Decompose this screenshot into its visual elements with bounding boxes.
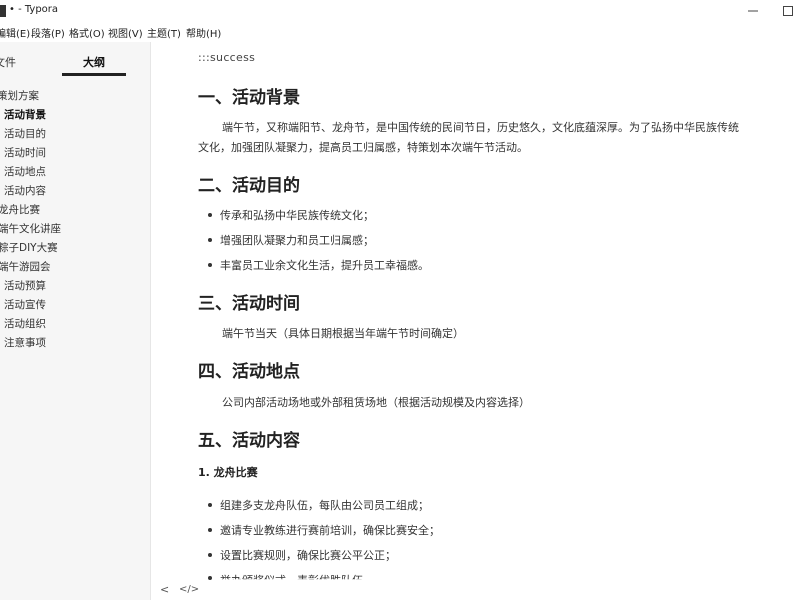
editor-area[interactable]: :::success 一、活动背景 端午节，又称端阳节、龙舟节，是中国传统的民间… [152, 42, 800, 580]
tab-outline[interactable]: 大纲 [83, 54, 105, 70]
maximize-icon [783, 6, 793, 16]
minimize-icon [748, 10, 758, 12]
outline-item-publicity[interactable]: 活动宣传 [4, 297, 46, 312]
title-bar: • - Typora [0, 0, 800, 22]
window-title: • - Typora [9, 4, 59, 15]
typora-window: • - Typora 编辑(E) 段落(P) 格式(O) 视图(V) 主题(T)… [0, 0, 800, 600]
list-item-purpose-2: 增强团队凝聚力和员工归属感； [220, 234, 374, 247]
outline-item-background[interactable]: 活动背景 [4, 107, 46, 122]
back-icon[interactable]: < [160, 583, 169, 596]
sidebar: 文件 大纲 策划方案 活动背景 活动目的 活动时间 活动地点 活动内容 龙舟比赛… [0, 42, 151, 600]
list-item-dragon-4: 举办颁奖仪式，表彰优胜队伍 [220, 572, 363, 579]
paragraph-background-line1: 端午节，又称端阳节、龙舟节，是中国传统的民间节日，历史悠久，文化底蕴深厚。为了弘… [222, 121, 739, 134]
menu-format[interactable]: 格式(O) [69, 25, 105, 40]
heading-content: 五、活动内容 [198, 431, 300, 451]
outline-item-place[interactable]: 活动地点 [4, 164, 46, 179]
maximize-button[interactable] [771, 0, 800, 22]
typora-app-icon [0, 5, 6, 17]
menu-paragraph[interactable]: 段落(P) [31, 25, 65, 40]
menu-theme[interactable]: 主题(T) [147, 25, 181, 40]
outline-item-budget[interactable]: 活动预算 [4, 278, 46, 293]
menu-view[interactable]: 视图(V) [108, 25, 143, 40]
bullet-icon [208, 553, 212, 557]
heading-background: 一、活动背景 [198, 88, 300, 108]
status-bar: < </> [152, 580, 800, 600]
paragraph-time: 端午节当天（具体日期根据当年端午节时间确定） [222, 327, 464, 340]
menu-bar: 编辑(E) 段落(P) 格式(O) 视图(V) 主题(T) 帮助(H) [0, 22, 800, 42]
outline-item-zongzi[interactable]: 粽子DIY大赛 [0, 240, 58, 255]
outline-item-purpose[interactable]: 活动目的 [4, 126, 46, 141]
outline-item-lecture[interactable]: 端午文化讲座 [0, 221, 61, 236]
container-marker: :::success [198, 51, 256, 64]
heading-purpose: 二、活动目的 [198, 176, 300, 196]
outline-item-fair[interactable]: 端午游园会 [0, 259, 51, 274]
list-item-dragon-1: 组建多支龙舟队伍，每队由公司员工组成； [220, 499, 429, 512]
list-item-dragon-2: 邀请专业教练进行赛前培训，确保比赛安全； [220, 524, 440, 537]
bullet-icon [208, 263, 212, 267]
bullet-icon [208, 503, 212, 507]
heading-dragon-boat: 1. 龙舟比赛 [198, 466, 258, 479]
bullet-icon [208, 238, 212, 242]
outline-item-plan[interactable]: 策划方案 [0, 88, 39, 103]
paragraph-background-line2: 文化，加强团队凝聚力，提高员工归属感，特策划本次端午节活动。 [198, 141, 528, 154]
minimize-button[interactable] [736, 0, 770, 22]
source-code-icon[interactable]: </> [179, 584, 199, 595]
menu-edit[interactable]: 编辑(E) [0, 25, 30, 40]
bullet-icon [208, 528, 212, 532]
list-item-dragon-3: 设置比赛规则，确保比赛公平公正； [220, 549, 396, 562]
outline-item-organization[interactable]: 活动组织 [4, 316, 46, 331]
paragraph-place: 公司内部活动场地或外部租赁场地（根据活动规模及内容选择） [222, 396, 530, 409]
list-item-purpose-1: 传承和弘扬中华民族传统文化； [220, 209, 374, 222]
outline-item-time[interactable]: 活动时间 [4, 145, 46, 160]
outline-item-notes[interactable]: 注意事项 [4, 335, 46, 350]
scrollbar[interactable] [788, 42, 800, 580]
menu-help[interactable]: 帮助(H) [186, 25, 221, 40]
heading-time: 三、活动时间 [198, 294, 300, 314]
bullet-icon [208, 213, 212, 217]
heading-place: 四、活动地点 [198, 362, 300, 382]
list-item-purpose-3: 丰富员工业余文化生活，提升员工幸福感。 [220, 259, 429, 272]
outline-item-content[interactable]: 活动内容 [4, 183, 46, 198]
outline-item-dragon-boat[interactable]: 龙舟比赛 [0, 202, 40, 217]
active-tab-indicator [62, 73, 126, 76]
tab-files[interactable]: 文件 [0, 54, 16, 70]
